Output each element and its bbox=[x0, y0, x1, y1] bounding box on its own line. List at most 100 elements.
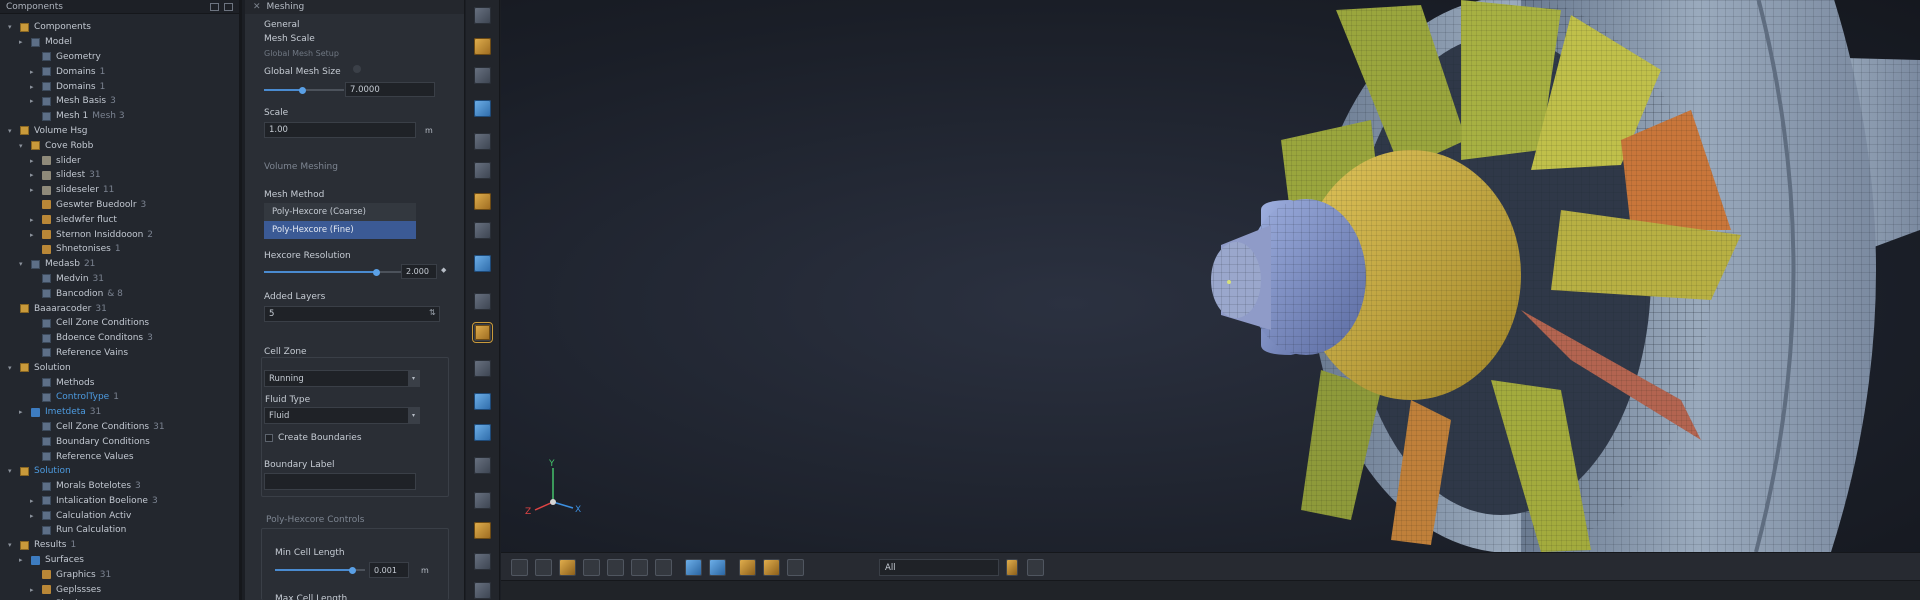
cube-icon[interactable] bbox=[474, 67, 491, 84]
tree-item[interactable]: ▾ Solution bbox=[0, 464, 239, 479]
tree-item[interactable]: ▸ Sternon Insiddooon 2 bbox=[0, 227, 239, 242]
tree-item[interactable]: ▸ Calculation Activ bbox=[0, 508, 239, 523]
cube-icon[interactable] bbox=[474, 457, 491, 474]
create-boundaries-checkbox[interactable] bbox=[265, 434, 273, 442]
slider-knob[interactable] bbox=[373, 268, 381, 276]
print-icon[interactable] bbox=[583, 559, 600, 576]
cube-icon[interactable] bbox=[474, 293, 491, 310]
mesh-method-option-coarse[interactable]: Poly-Hexcore (Coarse) bbox=[264, 203, 416, 221]
tree-item[interactable]: Bancodion & 8 bbox=[0, 286, 239, 301]
cube-gold-selected-icon[interactable] bbox=[472, 322, 493, 343]
cube-icon[interactable] bbox=[474, 133, 491, 150]
chevron-down-icon[interactable]: ▾ bbox=[8, 23, 16, 31]
tree-item[interactable]: ▾ Cove Robb bbox=[0, 138, 239, 153]
chevron-right-icon[interactable]: ▸ bbox=[19, 38, 27, 46]
tree-item[interactable]: ▸ Imetdeta 31 bbox=[0, 405, 239, 420]
graphics-viewport[interactable]: Y X Z bbox=[501, 0, 1920, 552]
tree-item[interactable]: ▾ Results 1 bbox=[0, 538, 239, 553]
chevron-down-icon[interactable]: ▾ bbox=[8, 127, 16, 135]
tree-item[interactable]: Boundary Conditions bbox=[0, 434, 239, 449]
cube-blue-icon[interactable] bbox=[474, 100, 491, 117]
chevron-right-icon[interactable]: ▸ bbox=[30, 157, 38, 165]
cube-view-icon[interactable] bbox=[685, 559, 702, 576]
section-general[interactable]: General bbox=[264, 20, 299, 30]
tree-item[interactable]: ▸ Mesh Basis 3 bbox=[0, 94, 239, 109]
section-volume-meshing[interactable]: Volume Meshing bbox=[264, 162, 338, 172]
screenshot-icon[interactable] bbox=[1027, 559, 1044, 576]
tree-item[interactable]: ▾ Medasb 21 bbox=[0, 257, 239, 272]
chevron-right-icon[interactable]: ▸ bbox=[30, 186, 38, 194]
cell-zone-state-select[interactable]: Running ▾ bbox=[264, 370, 420, 387]
cube-blue-icon[interactable] bbox=[474, 255, 491, 272]
tree-item[interactable]: ControlType 1 bbox=[0, 390, 239, 405]
tree-item[interactable]: ▸ Intalication Boelione 3 bbox=[0, 494, 239, 509]
cube-icon[interactable] bbox=[474, 582, 491, 599]
tree-item[interactable]: Medvin 31 bbox=[0, 272, 239, 287]
added-layers-input[interactable]: 5 bbox=[264, 306, 440, 322]
close-panel-icon[interactable] bbox=[224, 2, 233, 11]
chevron-down-icon[interactable]: ▾ bbox=[19, 142, 27, 150]
cube-gold-icon[interactable] bbox=[474, 522, 491, 539]
chevron-right-icon[interactable]: ▸ bbox=[30, 497, 38, 505]
mesh-method-option-fine[interactable]: Poly-Hexcore (Fine) bbox=[264, 221, 416, 239]
pan-icon[interactable] bbox=[631, 559, 648, 576]
chevron-right-icon[interactable]: ▸ bbox=[30, 586, 38, 594]
tree-item[interactable]: Methods bbox=[0, 375, 239, 390]
hexcore-resolution-input[interactable]: 2.000 bbox=[401, 264, 437, 279]
spinner-icon[interactable]: ⇅ bbox=[429, 308, 436, 317]
tree-item[interactable]: ▸ slidest 31 bbox=[0, 168, 239, 183]
chevron-right-icon[interactable]: ▸ bbox=[30, 68, 38, 76]
chevron-right-icon[interactable]: ▸ bbox=[30, 216, 38, 224]
cube-blue-icon[interactable] bbox=[474, 393, 491, 410]
section-poly-hexcore-controls[interactable]: Poly-Hexcore Controls bbox=[266, 515, 364, 525]
filter-icon[interactable] bbox=[787, 559, 804, 576]
tree-item[interactable]: ▸ Geplssses bbox=[0, 582, 239, 597]
chevron-down-icon[interactable]: ▾ bbox=[19, 260, 27, 268]
cube-blue-icon[interactable] bbox=[474, 424, 491, 441]
tree-item[interactable]: ▸ Model bbox=[0, 35, 239, 50]
tree-item[interactable]: Mesh 1 Mesh 3 bbox=[0, 109, 239, 124]
tree-item[interactable]: Geswter Buedoolr 3 bbox=[0, 198, 239, 213]
tree-item[interactable]: Reference Values bbox=[0, 449, 239, 464]
zoom-box-icon[interactable] bbox=[559, 559, 576, 576]
section-mesh-scale[interactable]: Mesh Scale bbox=[264, 34, 315, 44]
cube-icon[interactable] bbox=[474, 222, 491, 239]
gold-cube-icon[interactable] bbox=[763, 559, 780, 576]
cube-icon[interactable] bbox=[474, 360, 491, 377]
rotate-icon[interactable] bbox=[535, 559, 552, 576]
slider-knob[interactable] bbox=[348, 566, 356, 574]
tree-item[interactable]: Geometry bbox=[0, 50, 239, 65]
tree-item[interactable]: Graphics 31 bbox=[0, 567, 239, 582]
tree-item[interactable]: ▸ Domains 1 bbox=[0, 79, 239, 94]
boundary-label-input[interactable] bbox=[264, 473, 416, 490]
fit-view-icon[interactable] bbox=[607, 559, 624, 576]
chevron-down-icon[interactable]: ▾ bbox=[8, 364, 16, 372]
color-picker-icon[interactable] bbox=[1006, 559, 1018, 576]
tree-item[interactable]: ▸ slider bbox=[0, 153, 239, 168]
global-mesh-size-input[interactable]: 7.0000 bbox=[345, 82, 435, 97]
tree-item[interactable]: Shnetonises 1 bbox=[0, 242, 239, 257]
chevron-right-icon[interactable]: ▸ bbox=[30, 171, 38, 179]
tree-item[interactable]: ▸ sledwfer fluct bbox=[0, 212, 239, 227]
chevron-right-icon[interactable]: ▸ bbox=[30, 512, 38, 520]
chevron-right-icon[interactable]: ▸ bbox=[30, 83, 38, 91]
float-panel-icon[interactable] bbox=[210, 2, 219, 11]
tree-item[interactable]: Bdoence Conditons 3 bbox=[0, 331, 239, 346]
chevron-down-icon[interactable]: ▾ bbox=[8, 541, 16, 549]
tree-item[interactable]: ▾ Components bbox=[0, 20, 239, 35]
slider-knob[interactable] bbox=[299, 86, 307, 94]
cube-gold-icon[interactable] bbox=[474, 38, 491, 55]
tree-item[interactable]: Reference Vains bbox=[0, 346, 239, 361]
tree-item[interactable]: Baaaracoder 31 bbox=[0, 301, 239, 316]
cube-icon[interactable] bbox=[474, 162, 491, 179]
cube-icon[interactable] bbox=[474, 492, 491, 509]
chevron-right-icon[interactable]: ▸ bbox=[30, 231, 38, 239]
chevron-down-icon[interactable]: ▾ bbox=[8, 467, 16, 475]
close-icon[interactable]: ✕ bbox=[253, 2, 261, 12]
min-cell-length-input[interactable]: 0.001 bbox=[369, 562, 409, 578]
tree-item[interactable]: Morals Botelotes 3 bbox=[0, 479, 239, 494]
tree-item[interactable]: ▾ Volume Hsg bbox=[0, 124, 239, 139]
chevron-right-icon[interactable]: ▸ bbox=[19, 408, 27, 416]
cube-gold-icon[interactable] bbox=[474, 193, 491, 210]
tree-item[interactable]: Cell Zone Conditions bbox=[0, 316, 239, 331]
